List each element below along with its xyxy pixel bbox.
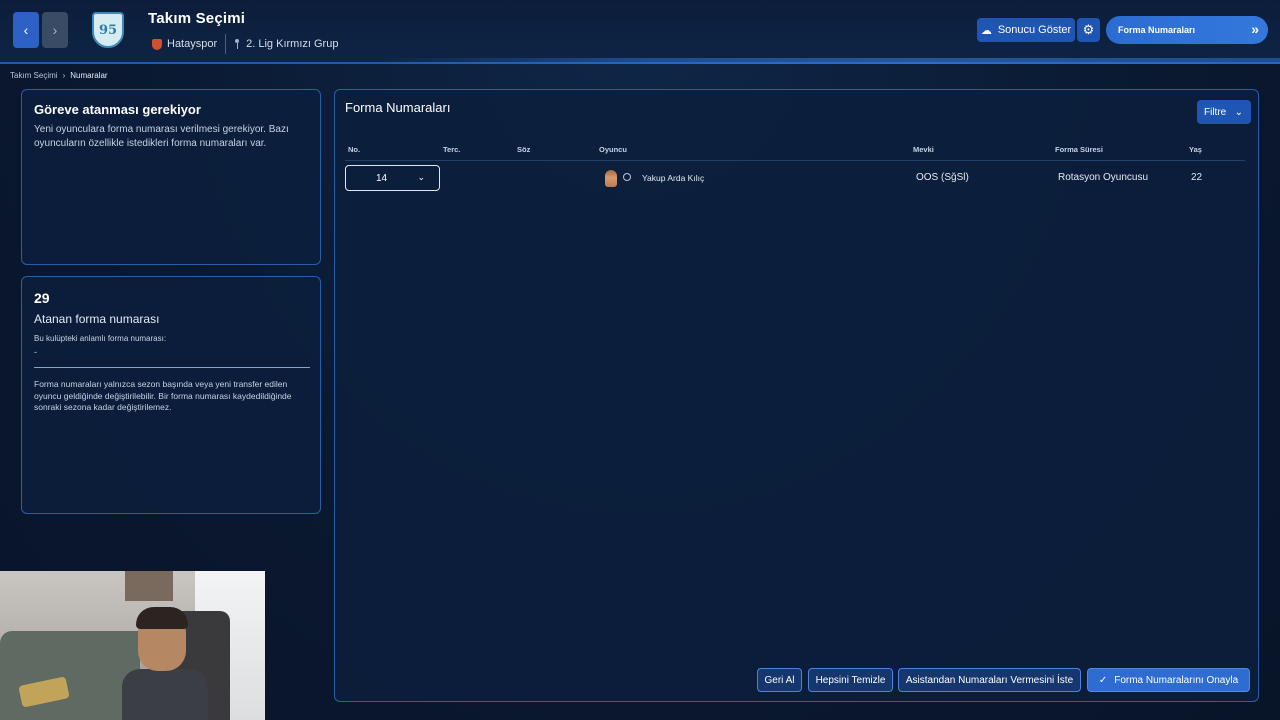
- webcam-person: [122, 607, 208, 720]
- assignment-title: Göreve atanması gerekiyor: [34, 102, 201, 117]
- divider: [34, 367, 310, 368]
- webcam-sofa: [0, 631, 140, 720]
- club-logo-text: 95: [98, 22, 118, 38]
- assigned-count: 29: [34, 290, 50, 306]
- column-header-contract[interactable]: Söz: [517, 145, 530, 154]
- meaningful-number-label: Bu kulüpteki anlamlı forma numarası:: [34, 334, 167, 343]
- player-age: 22: [1191, 172, 1203, 183]
- player-name[interactable]: Yakup Arda Kılıç: [642, 173, 704, 183]
- webcam-overlay: [0, 571, 265, 720]
- filter-button[interactable]: Filtre ⌄: [1197, 100, 1251, 124]
- kit-numbers-panel: Forma Numaraları Filtre ⌄ No. Terc. Söz …: [334, 89, 1259, 702]
- player-photo: [605, 170, 617, 187]
- back-button[interactable]: ‹: [13, 12, 39, 48]
- assignment-panel: Göreve atanması gerekiyor Yeni oyuncular…: [21, 89, 321, 265]
- undo-button[interactable]: Geri Al: [757, 668, 802, 692]
- check-icon: ✓: [1098, 674, 1108, 686]
- gear-icon: ⚙: [1082, 22, 1095, 37]
- chevron-down-icon: ⌄: [417, 172, 425, 182]
- kit-number-value: 14: [376, 172, 388, 184]
- stats-panel: 29 Atanan forma numarası Bu kulüpteki an…: [21, 276, 321, 514]
- divider: [225, 34, 227, 54]
- league-pin-icon: [234, 39, 240, 49]
- column-header-position[interactable]: Mevki: [913, 145, 934, 154]
- continue-button[interactable]: Forma Numaraları »: [1106, 16, 1268, 44]
- confirm-kit-numbers-button[interactable]: ✓ Forma Numaralarını Onayla: [1087, 668, 1250, 692]
- league-name[interactable]: 2. Lig Kırmızı Grup: [246, 38, 338, 50]
- cloud-icon: ☁: [980, 24, 992, 37]
- continue-label: Forma Numaraları: [1118, 25, 1196, 35]
- kit-number-select[interactable]: 14 ⌄: [345, 165, 440, 191]
- confirm-label: Forma Numaralarını Onayla: [1114, 674, 1239, 686]
- settings-button[interactable]: ⚙: [1077, 18, 1100, 42]
- club-info: Hatayspor 2. Lig Kırmızı Grup: [152, 34, 338, 54]
- double-chevron-right-icon: »: [1251, 21, 1259, 37]
- club-name[interactable]: Hatayspor: [167, 38, 217, 50]
- player-squad-status: Rotasyon Oyuncusu: [1058, 172, 1149, 183]
- chevron-right-icon: ›: [52, 22, 58, 38]
- filter-label: Filtre: [1204, 106, 1227, 118]
- chevron-left-icon: ‹: [23, 22, 29, 38]
- show-result-label: Sonucu Göster: [997, 24, 1072, 36]
- assignment-text: Yeni oyunculara forma numarası verilmesi…: [34, 124, 289, 149]
- club-logo: 95: [92, 12, 124, 48]
- info-note: Forma numaraları yalnızca sezon başında …: [34, 379, 292, 412]
- club-shield-icon: [152, 38, 162, 50]
- clear-all-label: Hepsini Temizle: [815, 674, 886, 686]
- column-header-player[interactable]: Oyuncu: [599, 145, 627, 154]
- player-status-icon: [623, 173, 631, 181]
- clear-all-button[interactable]: Hepsini Temizle: [808, 668, 893, 692]
- player-position: OOS (SğSl): [916, 172, 969, 183]
- breadcrumb-parent[interactable]: Takım Seçimi: [10, 71, 58, 80]
- column-header-no[interactable]: No.: [348, 145, 360, 154]
- top-bar: ‹ › 95 Takım Seçimi Hatayspor 2. Lig Kır…: [0, 0, 1280, 64]
- webcam-shelf: [125, 571, 173, 601]
- page-title: Takım Seçimi: [148, 10, 246, 27]
- show-result-button[interactable]: ☁ Sonucu Göster: [977, 18, 1075, 42]
- ask-assistant-button[interactable]: Asistandan Numaraları Vermesini İste: [898, 668, 1081, 692]
- breadcrumb-separator-icon: ›: [62, 71, 66, 80]
- meaningful-number-value: -: [34, 347, 37, 357]
- forward-button[interactable]: ›: [42, 12, 68, 48]
- chevron-down-icon: ⌄: [1234, 106, 1243, 118]
- ask-assistant-label: Asistandan Numaraları Vermesini İste: [905, 674, 1074, 686]
- webcam-person-hair: [136, 607, 188, 629]
- undo-label: Geri Al: [764, 674, 795, 686]
- column-header-age[interactable]: Yaş: [1189, 145, 1202, 154]
- webcam-person-body: [122, 669, 208, 720]
- column-header-pref[interactable]: Terc.: [443, 145, 460, 154]
- column-header-kit-duration[interactable]: Forma Süresi: [1055, 145, 1103, 154]
- header-divider: [345, 160, 1245, 161]
- breadcrumb-current: Numaralar: [70, 71, 108, 80]
- panel-title: Forma Numaraları: [345, 100, 451, 115]
- assigned-count-label: Atanan forma numarası: [34, 312, 160, 326]
- breadcrumb: Takım Seçimi › Numaralar: [10, 71, 108, 80]
